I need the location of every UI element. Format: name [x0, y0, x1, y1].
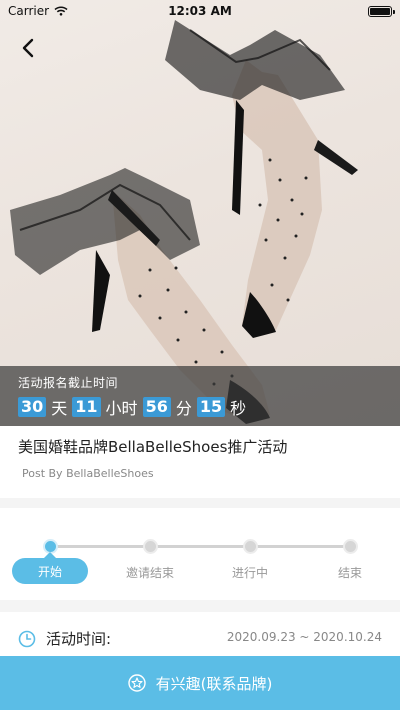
countdown-minutes-unit: 分: [175, 399, 192, 418]
step-label-invite-end: 邀请结束: [125, 566, 174, 580]
status-bar: Carrier 12:03 AM: [0, 0, 400, 22]
step-dot-invite-end: [143, 539, 158, 554]
hero-image: Carrier 12:03 AM 活动报名截止时间 30 天 11 小时 56 …: [0, 0, 400, 426]
countdown-seconds: 15: [196, 397, 226, 417]
battery-icon: [368, 5, 395, 17]
event-info: 美国婚鞋品牌BellaBelleShoes推广活动 Post By BellaB…: [0, 426, 400, 498]
step-label-ongoing: 进行中: [231, 566, 268, 580]
wifi-icon: [54, 6, 68, 16]
signup-countdown: 活动报名截止时间 30 天 11 小时 56 分 15 秒: [0, 366, 400, 426]
step-label-start: 开始: [12, 552, 88, 584]
countdown-label: 活动报名截止时间: [18, 376, 119, 390]
event-author: Post By BellaBelleShoes: [22, 467, 154, 480]
event-time-label: 活动时间:: [46, 630, 112, 648]
event-time-value: 2020.09.23 ~ 2020.10.24: [226, 630, 382, 644]
step-dot-ongoing: [243, 539, 258, 554]
contact-brand-button[interactable]: 有兴趣(联系品牌): [0, 656, 400, 710]
countdown-hours: 11: [72, 397, 101, 417]
carrier-label: Carrier: [8, 4, 50, 18]
back-button[interactable]: [14, 34, 42, 62]
step-dot-end: [343, 539, 358, 554]
step-label-end: 结束: [337, 566, 362, 580]
progress-track: [50, 545, 350, 548]
shoe-photo: [10, 20, 358, 424]
chevron-left-icon: [22, 38, 34, 58]
clock-icon: [18, 630, 36, 648]
countdown-seconds-unit: 秒: [230, 399, 247, 418]
countdown-hours-unit: 小时: [105, 399, 138, 418]
countdown-days: 30: [18, 397, 47, 417]
contact-brand-label: 有兴趣(联系品牌): [155, 674, 273, 693]
event-progress: 开始 邀请结束 进行中 结束: [0, 508, 400, 600]
countdown-minutes: 56: [142, 397, 171, 417]
event-title: 美国婚鞋品牌BellaBelleShoes推广活动: [18, 438, 288, 456]
star-icon: [127, 674, 146, 692]
countdown-days-unit: 天: [51, 399, 68, 418]
